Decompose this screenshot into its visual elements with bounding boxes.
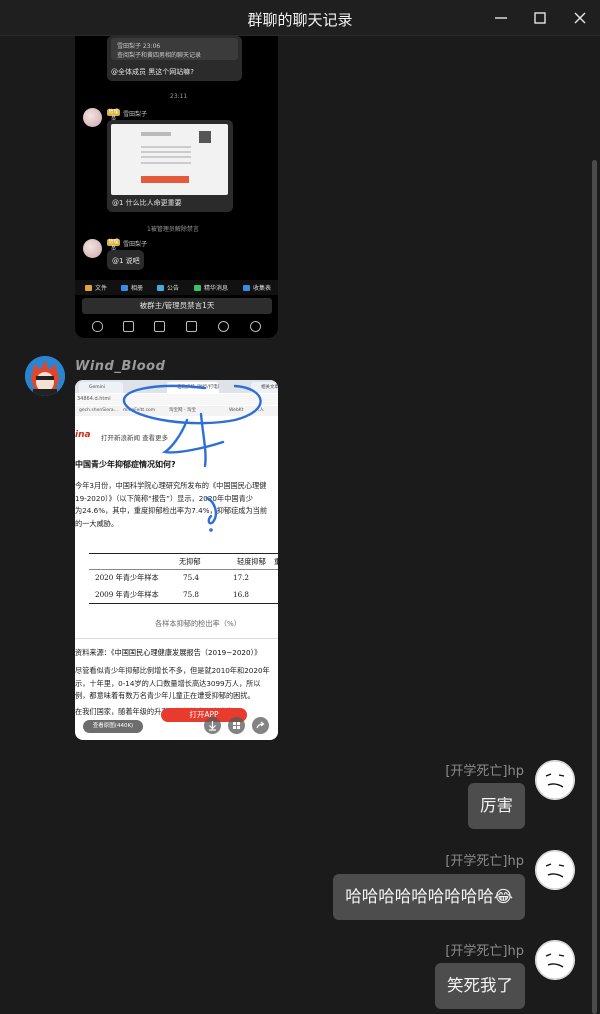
download-icon[interactable] xyxy=(204,717,221,734)
image-icon xyxy=(123,321,134,332)
chat-screenshot-image[interactable]: 雪田梨子 23:06 查阅梨子和黄四男相的聊天记录 @全体成员 黑这个网站嘛? … xyxy=(75,36,278,338)
sina-logo: ina xyxy=(75,430,91,440)
table-cell: 75.8 xyxy=(183,590,200,599)
emoji-icon xyxy=(218,321,229,332)
meh-face-icon xyxy=(535,940,575,980)
avatar[interactable] xyxy=(535,760,575,800)
banned-notice-bar: 被群主/管理员禁言1天 xyxy=(82,298,272,314)
news-screenshot-image[interactable]: Gemini 临洮护杨 (独行/打电影的) 相关文章 34864.d.html … xyxy=(75,380,278,740)
document-thumbnail xyxy=(111,124,228,195)
scrollbar-thumb[interactable] xyxy=(592,160,597,1014)
sender-name: 雪田梨子 xyxy=(123,111,148,118)
toolbar-form: 收集表 xyxy=(243,283,271,292)
admin-badge: 管理员 xyxy=(107,109,120,122)
toolbar-essence: 精华消息 xyxy=(194,283,228,292)
system-notice: 1被管理员解除禁言 xyxy=(147,226,199,233)
bookmark-icon xyxy=(186,321,197,332)
avatar xyxy=(83,108,102,127)
table-row-label: 2009 年青少年样本 xyxy=(95,590,159,599)
message-bubble[interactable]: 哈哈哈哈哈哈哈哈哈😂 xyxy=(333,874,525,920)
message-bubble: @1 说吧 xyxy=(107,250,144,270)
table-header: 无抑郁 xyxy=(179,557,201,566)
quoted-message-card: 雪田梨子 23:06 查阅梨子和黄四男相的聊天记录 @全体成员 黑这个网站嘛? xyxy=(107,36,242,81)
meh-face-icon xyxy=(535,850,575,890)
table-row-label: 2020 年青少年样本 xyxy=(95,573,159,582)
quote-message: @全体成员 黑这个网站嘛? xyxy=(111,68,194,76)
chat-toolbar: 文件 相册 公告 精华消息 收集表 xyxy=(75,280,278,295)
toolbar-album: 相册 xyxy=(121,283,143,292)
time-separator: 23:11 xyxy=(170,93,188,100)
file-message-bubble: @1 什么比人命更重要 xyxy=(107,120,233,212)
table-cell: 75.4 xyxy=(183,573,200,582)
toolbar-files: 文件 xyxy=(85,283,107,292)
avatar[interactable] xyxy=(535,940,575,980)
toolbar-notice: 公告 xyxy=(157,283,179,292)
close-icon[interactable] xyxy=(570,8,590,28)
maximize-icon[interactable] xyxy=(530,8,550,28)
table-cell: 17.2 xyxy=(233,573,250,582)
avatar xyxy=(83,239,102,258)
sender-name: [开学死亡]hp xyxy=(445,944,524,959)
message-bubble[interactable]: 笑死我了 xyxy=(435,963,525,1009)
microphone-icon xyxy=(92,321,103,332)
grid-icon[interactable] xyxy=(228,717,245,734)
hand-drawn-annotation-icon xyxy=(122,384,262,532)
source-note: 资料来源：《中国国民心理健康发展报告（2019~2020）》 xyxy=(75,648,262,657)
plus-icon xyxy=(250,321,261,332)
message-bubble[interactable]: 厉害 xyxy=(468,783,525,829)
table-header: 重 xyxy=(274,557,278,566)
meh-face-icon xyxy=(535,760,575,800)
minimize-icon[interactable] xyxy=(491,8,511,28)
avatar[interactable] xyxy=(535,850,575,890)
table-header: 轻度抑郁 xyxy=(237,557,266,566)
sender-name: Wind_Blood xyxy=(75,359,166,374)
sender-name: 雪田梨子 xyxy=(123,241,148,248)
quoted-text: 查阅梨子和黄四男相的聊天记录 xyxy=(117,52,202,59)
quoted-record: 雪田梨子 23:06 查阅梨子和黄四男相的聊天记录 xyxy=(111,38,238,60)
anime-avatar-icon xyxy=(25,356,65,396)
quoted-sender: 雪田梨子 23:06 xyxy=(117,43,161,50)
avatar[interactable] xyxy=(25,356,65,396)
message-text: @1 说吧 xyxy=(112,257,140,265)
admin-badge: 管理员 xyxy=(107,239,120,252)
sender-name: [开学死亡]hp xyxy=(445,854,524,869)
title-bar: 群聊的聊天记录 xyxy=(0,0,600,36)
input-icons-row xyxy=(75,318,278,336)
file-message-text: @1 什么比人命更重要 xyxy=(112,199,182,207)
camera-icon xyxy=(154,321,165,332)
table-cell: 16.8 xyxy=(233,590,250,599)
share-icon[interactable] xyxy=(252,717,269,734)
sender-name: [开学死亡]hp xyxy=(445,764,524,779)
view-original-button[interactable]: 查看原图(440K) xyxy=(83,720,143,733)
table-caption: 各样本抑郁的检出率（%） xyxy=(155,619,241,628)
